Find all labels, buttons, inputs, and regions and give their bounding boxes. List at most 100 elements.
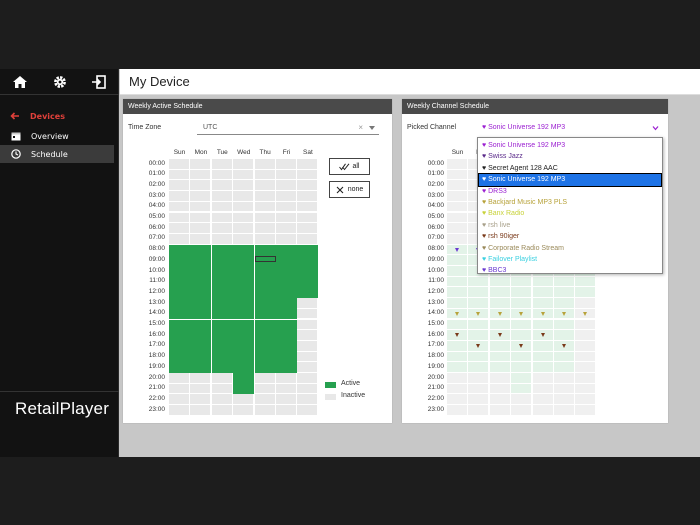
schedule-cell[interactable] <box>211 169 233 181</box>
schedule-cell[interactable] <box>233 351 255 363</box>
hour-label[interactable]: 03:00 <box>420 192 444 199</box>
schedule-cell[interactable] <box>190 266 212 277</box>
schedule-cell[interactable] <box>211 330 233 341</box>
channel-cell[interactable] <box>511 405 533 416</box>
channel-cell[interactable] <box>468 351 490 363</box>
hour-label[interactable]: 19:00 <box>141 363 165 370</box>
channel-cell[interactable] <box>468 319 490 331</box>
hour-label[interactable]: 01:00 <box>141 170 165 177</box>
schedule-cell[interactable] <box>169 287 190 299</box>
channel-cell[interactable] <box>575 394 597 406</box>
schedule-cell[interactable] <box>190 169 212 181</box>
channel-cell[interactable] <box>575 287 597 299</box>
schedule-cell[interactable] <box>211 266 233 277</box>
channel-option[interactable]: ♥ BBC3 <box>479 265 661 276</box>
channel-cell[interactable] <box>532 298 554 309</box>
hour-label[interactable]: 16:00 <box>420 331 444 338</box>
channel-cell[interactable] <box>447 383 468 395</box>
schedule-cell[interactable] <box>276 191 297 202</box>
hour-label[interactable]: 02:00 <box>141 181 165 188</box>
channel-option[interactable]: ♥ Sonic Universe 192 MP3 <box>479 140 661 151</box>
schedule-cell[interactable] <box>190 308 212 320</box>
schedule-cell[interactable] <box>276 233 297 245</box>
channel-cell[interactable] <box>489 405 511 416</box>
schedule-cell[interactable] <box>211 191 233 202</box>
channel-cell[interactable] <box>489 287 511 299</box>
channel-cell[interactable] <box>575 405 597 416</box>
channel-cell[interactable] <box>511 394 533 406</box>
hour-label[interactable]: 02:00 <box>420 181 444 188</box>
hour-label[interactable]: 04:00 <box>420 202 444 209</box>
schedule-cell[interactable] <box>190 383 212 395</box>
day-header[interactable]: Mon <box>190 149 211 156</box>
schedule-cell[interactable] <box>211 201 233 213</box>
channel-cell[interactable] <box>447 266 468 277</box>
hour-label[interactable]: 13:00 <box>141 299 165 306</box>
channel-cell[interactable] <box>447 233 468 245</box>
schedule-cell[interactable] <box>190 180 212 192</box>
schedule-cell[interactable] <box>276 394 297 406</box>
channel-cell[interactable] <box>447 405 468 416</box>
schedule-cell[interactable] <box>190 191 212 202</box>
channel-cell[interactable] <box>532 373 554 384</box>
schedule-cell[interactable] <box>276 223 297 234</box>
channel-cell[interactable] <box>468 276 490 288</box>
channel-cell[interactable] <box>511 287 533 299</box>
schedule-cell[interactable] <box>297 340 319 352</box>
schedule-cell[interactable] <box>169 373 190 384</box>
schedule-cell[interactable] <box>297 244 319 256</box>
schedule-cell[interactable] <box>276 383 297 395</box>
channel-cell[interactable] <box>511 383 533 395</box>
schedule-cell[interactable] <box>276 287 297 299</box>
channel-cell[interactable] <box>489 319 511 331</box>
schedule-cell[interactable] <box>190 159 212 170</box>
select-none-button[interactable]: none <box>329 181 370 198</box>
day-header[interactable]: Sun <box>447 149 468 156</box>
channel-cell[interactable] <box>554 287 575 299</box>
hour-label[interactable]: 22:00 <box>141 395 165 402</box>
nav-back-devices[interactable]: Devices <box>10 109 65 123</box>
channel-cell[interactable] <box>447 373 468 384</box>
channel-option[interactable]: ♥ Backjard Music MP3 PLS <box>479 197 661 208</box>
hour-label[interactable]: 20:00 <box>141 374 165 381</box>
schedule-cell[interactable] <box>233 383 255 395</box>
hour-label[interactable]: 15:00 <box>420 320 444 327</box>
channel-cell[interactable] <box>447 340 468 352</box>
schedule-cell[interactable] <box>254 394 276 406</box>
channel-cell[interactable] <box>489 394 511 406</box>
channel-cell[interactable] <box>575 276 597 288</box>
schedule-cell[interactable] <box>297 298 319 309</box>
schedule-cell[interactable] <box>297 266 319 277</box>
channel-cell[interactable] <box>532 276 554 288</box>
channel-cell[interactable] <box>447 319 468 331</box>
channel-cell[interactable] <box>468 362 490 373</box>
channel-cell[interactable] <box>447 287 468 299</box>
sidebar-item-overview[interactable]: Overview <box>0 127 114 145</box>
schedule-cell[interactable] <box>254 308 276 320</box>
channel-cell[interactable] <box>575 340 597 352</box>
schedule-cell[interactable] <box>169 223 190 234</box>
schedule-cell[interactable] <box>297 308 319 320</box>
schedule-cell[interactable] <box>254 212 276 224</box>
channel-cell[interactable] <box>532 362 554 373</box>
schedule-cell[interactable] <box>276 212 297 224</box>
schedule-cell[interactable] <box>169 201 190 213</box>
schedule-cell[interactable] <box>297 191 319 202</box>
schedule-cell[interactable] <box>169 191 190 202</box>
schedule-cell[interactable] <box>233 169 255 181</box>
schedule-cell[interactable] <box>190 330 212 341</box>
schedule-cell[interactable] <box>254 330 276 341</box>
schedule-cell[interactable] <box>254 383 276 395</box>
schedule-cell[interactable] <box>276 159 297 170</box>
gear-icon[interactable] <box>52 74 68 90</box>
channel-cell[interactable] <box>447 255 468 266</box>
channel-cell[interactable] <box>532 394 554 406</box>
channel-cell[interactable] <box>532 405 554 416</box>
schedule-cell[interactable] <box>233 308 255 320</box>
hour-label[interactable]: 20:00 <box>420 374 444 381</box>
channel-cell[interactable] <box>575 351 597 363</box>
hour-label[interactable]: 05:00 <box>141 213 165 220</box>
schedule-cell[interactable] <box>190 394 212 406</box>
hour-label[interactable]: 10:00 <box>141 267 165 274</box>
schedule-cell[interactable] <box>233 201 255 213</box>
